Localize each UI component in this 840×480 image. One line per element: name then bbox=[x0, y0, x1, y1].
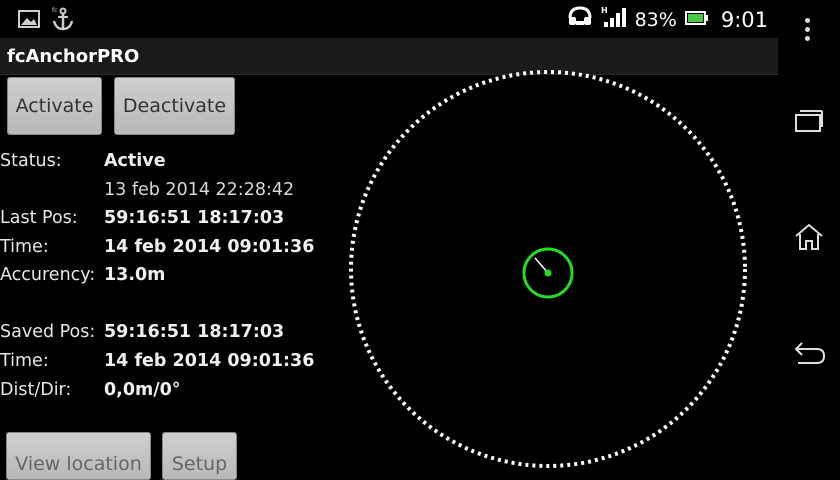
svg-text:H: H bbox=[601, 6, 608, 15]
battery-percent: 83% bbox=[634, 8, 677, 31]
accuracy-value: 13.0m bbox=[104, 265, 166, 285]
battery-icon bbox=[684, 9, 709, 31]
activate-button[interactable]: Activate bbox=[7, 77, 102, 135]
app-title: fcAnchorPRO bbox=[7, 46, 140, 67]
headset-icon bbox=[567, 6, 593, 33]
last-time-label: Time: bbox=[0, 237, 49, 257]
clock: 9:01 bbox=[720, 7, 768, 32]
picture-icon bbox=[18, 9, 40, 33]
accuracy-label: Accurency: bbox=[0, 265, 96, 285]
saved-time-value: 14 feb 2014 09:01:36 bbox=[104, 351, 315, 371]
saved-time-label: Time: bbox=[0, 351, 49, 371]
position-marker-dot bbox=[544, 269, 552, 277]
overflow-menu-icon[interactable] bbox=[805, 18, 810, 45]
view-location-button[interactable]: View location bbox=[6, 432, 151, 480]
recent-apps-icon[interactable] bbox=[793, 108, 825, 134]
last-pos-label: Last Pos: bbox=[0, 208, 78, 228]
activated-time-value: 13 feb 2014 22:28:42 bbox=[104, 180, 295, 200]
saved-pos-value: 59:16:51 18:17:03 bbox=[104, 322, 285, 342]
last-pos-value: 59:16:51 18:17:03 bbox=[104, 208, 285, 228]
saved-pos-label: Saved Pos: bbox=[0, 322, 96, 342]
anchor-radar bbox=[349, 70, 747, 468]
deactivate-button[interactable]: Deactivate bbox=[114, 77, 235, 135]
navigation-bar bbox=[778, 0, 840, 472]
status-value: Active bbox=[104, 151, 166, 171]
signal-h-icon: H bbox=[601, 6, 627, 33]
status-label: Status: bbox=[0, 151, 62, 171]
home-icon[interactable] bbox=[793, 222, 825, 252]
setup-button[interactable]: Setup bbox=[162, 432, 237, 480]
status-bar: fc H 83% 9:01 bbox=[0, 0, 778, 38]
dist-dir-label: Dist/Dir: bbox=[0, 380, 72, 400]
anchor-icon: fc bbox=[50, 6, 76, 36]
anchor-boundary-circle bbox=[349, 70, 747, 468]
svg-text:fc: fc bbox=[52, 7, 57, 14]
dist-dir-value: 0,0m/0° bbox=[104, 380, 181, 400]
back-icon[interactable] bbox=[793, 340, 827, 366]
last-time-value: 14 feb 2014 09:01:36 bbox=[104, 237, 315, 257]
